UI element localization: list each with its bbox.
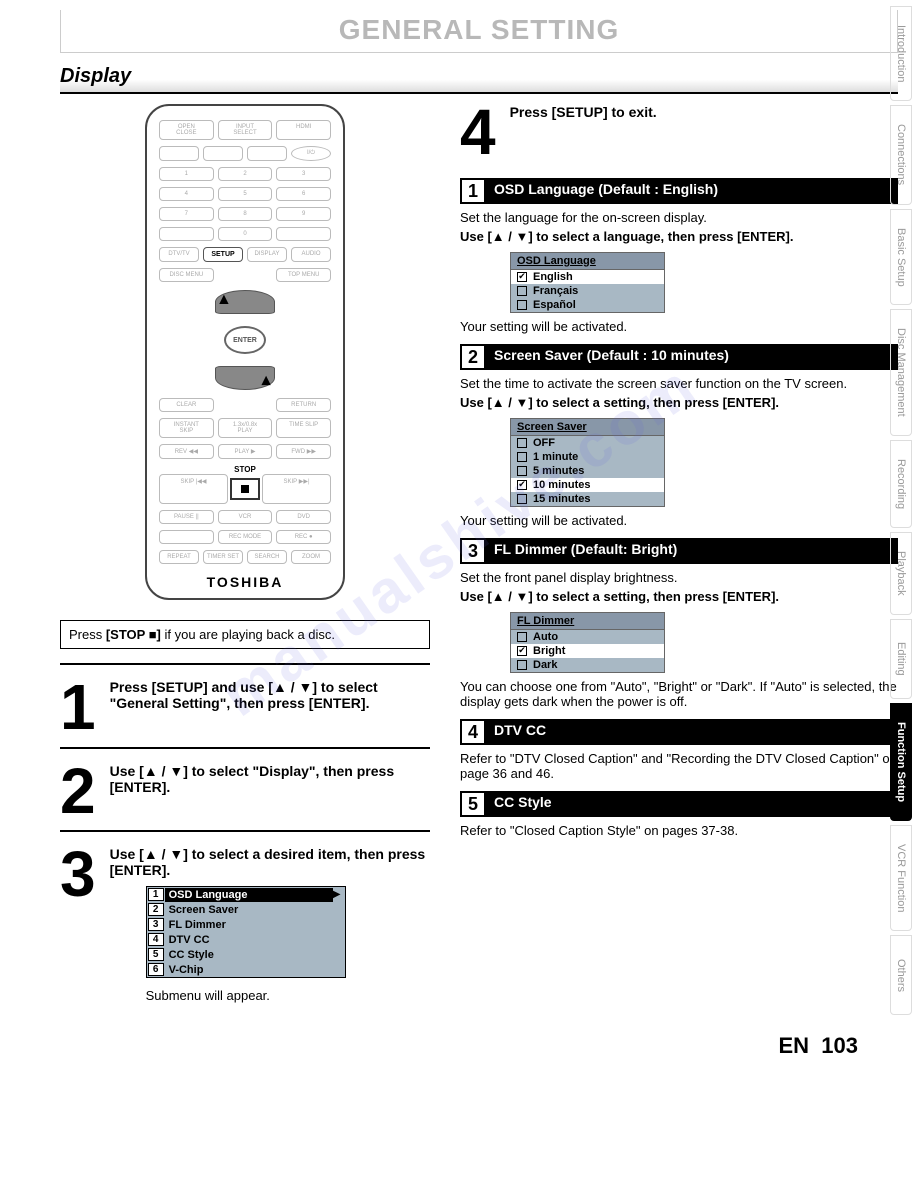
setting-desc: Set the time to activate the screen save… bbox=[460, 376, 898, 391]
tab-vcr-function[interactable]: VCR Function bbox=[890, 825, 912, 931]
display-menu-box: 1OSD Language▶ 2Screen Saver 3FL Dimmer … bbox=[146, 886, 346, 978]
setting-header: 4 DTV CC bbox=[460, 719, 898, 745]
setting-header: 5 CC Style bbox=[460, 791, 898, 817]
remote-control-diagram: OPENCLOSEINPUTSELECTHDMI I/⏻ 123 456 789… bbox=[145, 104, 345, 600]
step-text: Use [▲ / ▼] to select a desired item, th… bbox=[110, 846, 430, 1003]
setting-result: Your setting will be activated. bbox=[460, 319, 898, 334]
setting-result: Your setting will be activated. bbox=[460, 513, 898, 528]
step-number: 2 bbox=[60, 763, 96, 821]
page-footer: EN 103 bbox=[60, 1033, 898, 1059]
setting-header: 1 OSD Language (Default : English) bbox=[460, 178, 898, 204]
tab-playback[interactable]: Playback bbox=[890, 532, 912, 615]
tab-connections[interactable]: Connections bbox=[890, 105, 912, 204]
remote-stop-label: STOP bbox=[157, 465, 333, 474]
page-title: GENERAL SETTING bbox=[60, 10, 898, 53]
setting-header: 3 FL Dimmer (Default: Bright) bbox=[460, 538, 898, 564]
tab-others[interactable]: Others bbox=[890, 935, 912, 1015]
setting-header: 2 Screen Saver (Default : 10 minutes) bbox=[460, 344, 898, 370]
up-arrow-button: ▲ bbox=[215, 290, 275, 314]
remote-enter-button: ENTER bbox=[224, 326, 266, 354]
side-tabs: Introduction Connections Basic Setup Dis… bbox=[890, 6, 912, 1015]
tab-introduction[interactable]: Introduction bbox=[890, 6, 912, 101]
fl-dimmer-options: FL Dimmer Auto ✔Bright Dark bbox=[510, 612, 665, 673]
remote-stop-button bbox=[230, 478, 260, 500]
tab-recording[interactable]: Recording bbox=[890, 440, 912, 528]
tab-disc-management[interactable]: Disc Management bbox=[890, 309, 912, 436]
remote-brand: TOSHIBA bbox=[157, 574, 333, 590]
setting-result: You can choose one from "Auto", "Bright"… bbox=[460, 679, 898, 709]
setting-desc: Refer to "DTV Closed Caption" and "Recor… bbox=[460, 751, 898, 781]
step-number: 3 bbox=[60, 846, 96, 904]
setting-instr: Use [▲ / ▼] to select a setting, then pr… bbox=[460, 395, 898, 410]
step-text: Use [▲ / ▼] to select "Display", then pr… bbox=[110, 763, 430, 795]
remote-dpad: ▲ ENTER ▼ bbox=[185, 290, 305, 390]
section-label: Display bbox=[60, 61, 898, 94]
osd-language-options: OSD Language ✔English Français Español bbox=[510, 252, 665, 313]
setting-desc: Set the front panel display brightness. bbox=[460, 570, 898, 585]
setting-desc: Refer to "Closed Caption Style" on pages… bbox=[460, 823, 898, 838]
submenu-note: Submenu will appear. bbox=[146, 988, 430, 1003]
screen-saver-options: Screen Saver OFF 1 minute 5 minutes ✔10 … bbox=[510, 418, 665, 507]
tab-basic-setup[interactable]: Basic Setup bbox=[890, 209, 912, 306]
step-number: 4 bbox=[460, 104, 496, 162]
setting-desc: Set the language for the on-screen displ… bbox=[460, 210, 898, 225]
step-text: Press [SETUP] to exit. bbox=[510, 104, 898, 120]
remote-setup-button: SETUP bbox=[203, 247, 243, 262]
setting-instr: Use [▲ / ▼] to select a setting, then pr… bbox=[460, 589, 898, 604]
tab-function-setup[interactable]: Function Setup bbox=[890, 703, 912, 821]
down-arrow-button: ▼ bbox=[215, 366, 275, 390]
setting-instr: Use [▲ / ▼] to select a language, then p… bbox=[460, 229, 898, 244]
step-number: 1 bbox=[60, 679, 96, 737]
tab-editing[interactable]: Editing bbox=[890, 619, 912, 699]
stop-note: Press [STOP ■] if you are playing back a… bbox=[60, 620, 430, 649]
step-text: Press [SETUP] and use [▲ / ▼] to select … bbox=[110, 679, 430, 711]
